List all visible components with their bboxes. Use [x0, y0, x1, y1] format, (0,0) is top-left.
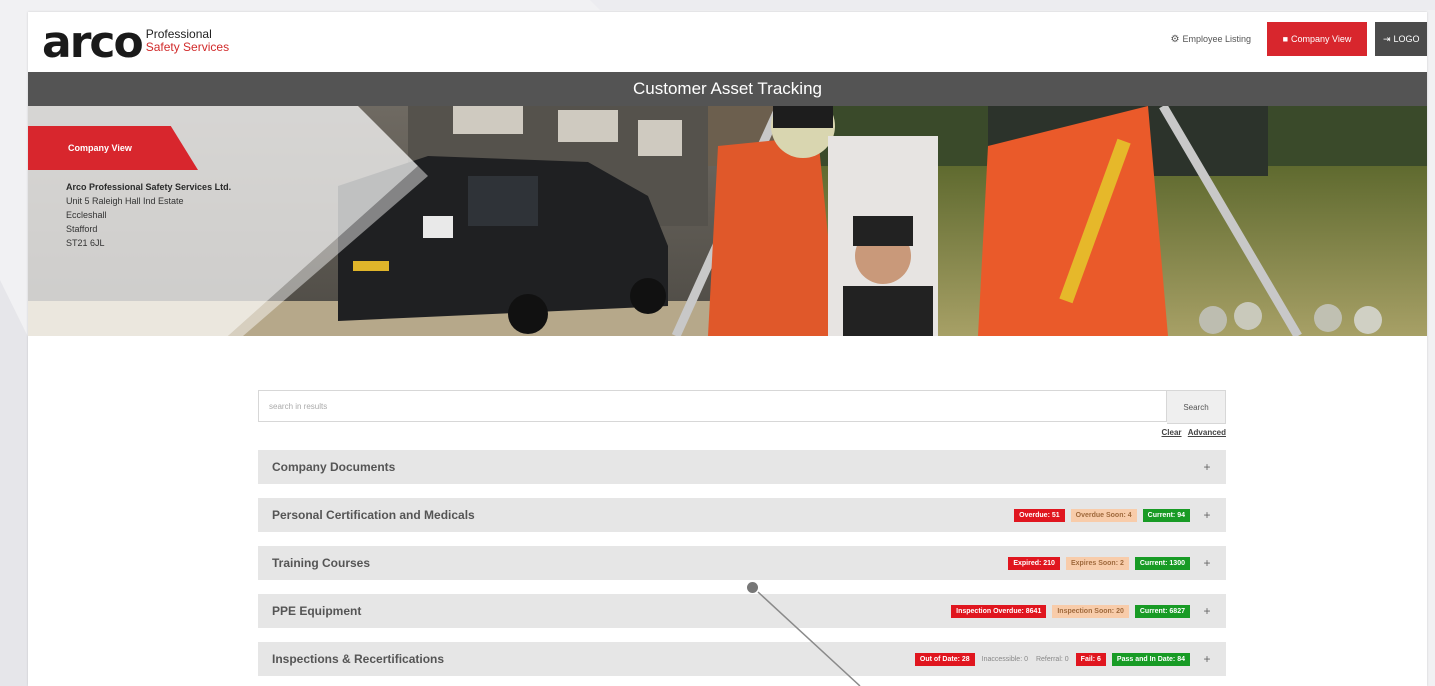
ribbon-label: Company View [68, 143, 132, 153]
section-company-documents[interactable]: Company Documents + [258, 450, 1226, 484]
logo-subtitle: Professional Safety Services [146, 28, 229, 54]
status-badge-current: Current: 1300 [1134, 556, 1190, 570]
section-title: Personal Certification and Medicals [272, 508, 475, 522]
hero-photo [28, 106, 1427, 336]
logo-line2: Safety Services [145, 40, 230, 54]
section-ppe-equipment[interactable]: PPE Equipment Inspection Overdue: 8641 I… [258, 594, 1226, 628]
browser-frame: arco Professional Safety Services ⚙ Empl… [28, 12, 1427, 686]
section-personal-certification[interactable]: Personal Certification and Medicals Over… [258, 498, 1226, 532]
employee-listing-label: Employee Listing [1182, 34, 1251, 44]
status-badge-overdue-soon: Overdue Soon: 4 [1070, 508, 1137, 522]
hero-banner: Company View Arco Professional Safety Se… [28, 106, 1427, 336]
section-title: PPE Equipment [272, 604, 362, 618]
section-training-courses[interactable]: Training Courses Expired: 210 Expires So… [258, 546, 1226, 580]
address-line: ST21 6JL [66, 238, 105, 248]
advanced-link[interactable]: Advanced [1188, 428, 1226, 437]
company-address-block: Arco Professional Safety Services Ltd. U… [66, 180, 231, 250]
logo-word: arco [42, 17, 144, 68]
logout-button[interactable]: ⇥ LOGO [1375, 22, 1427, 56]
address-line: Eccleshall [66, 210, 107, 220]
status-badge-current: Current: 6827 [1134, 604, 1190, 618]
status-badge-referral: Referral: 0 [1035, 655, 1069, 663]
annotation-pointer-dot [747, 582, 758, 593]
status-badge-expired: Expired: 210 [1008, 556, 1060, 570]
section-title: Inspections & Recertifications [272, 652, 445, 666]
company-view-label: Company View [1291, 34, 1352, 44]
expand-icon[interactable]: + [1202, 460, 1212, 474]
section-title: Company Documents [272, 460, 396, 474]
status-badges: Expired: 210 Expires Soon: 2 Current: 13… [1008, 556, 1190, 570]
expand-icon[interactable]: + [1202, 508, 1212, 522]
status-badges: Overdue: 51 Overdue Soon: 4 Current: 94 [1014, 508, 1190, 522]
page-title-bar: Customer Asset Tracking [28, 72, 1427, 106]
status-badge-overdue: Overdue: 51 [1014, 508, 1065, 522]
status-badge-inaccessible: Inaccessible: 0 [981, 655, 1028, 663]
company-view-ribbon: Company View [28, 126, 198, 170]
clear-link[interactable]: Clear [1162, 428, 1182, 437]
company-view-button[interactable]: ■ Company View [1267, 22, 1367, 56]
section-inspections-recertifications[interactable]: Inspections & Recertifications Out of Da… [258, 642, 1226, 676]
logout-icon: ⇥ [1383, 33, 1391, 44]
status-badge-inspection-overdue: Inspection Overdue: 8641 [951, 604, 1047, 618]
expand-icon[interactable]: + [1202, 556, 1212, 570]
search-button-label: Search [1183, 402, 1209, 412]
status-badges: Out of Date: 28 Inaccessible: 0 Referral… [914, 652, 1190, 666]
status-badge-pass: Pass and In Date: 84 [1111, 652, 1190, 666]
users-icon: ⚙ [1170, 33, 1180, 45]
search-button[interactable]: Search [1167, 390, 1226, 424]
status-badge-inspection-soon: Inspection Soon: 20 [1052, 604, 1129, 618]
status-badges: Inspection Overdue: 8641 Inspection Soon… [951, 604, 1190, 618]
search-placeholder: search in results [269, 401, 328, 411]
search-input[interactable]: search in results [258, 390, 1167, 422]
status-badge-out-of-date: Out of Date: 28 [914, 652, 975, 666]
search-links: Clear Advanced [1138, 428, 1226, 437]
arco-logo[interactable]: arco Professional Safety Services [42, 17, 229, 68]
expand-icon[interactable]: + [1202, 604, 1212, 618]
expand-icon[interactable]: + [1202, 652, 1212, 666]
logout-label: LOGO [1393, 34, 1420, 44]
header-nav: ⚙ Employee Listing ■ Company View ⇥ LOGO [1170, 22, 1427, 56]
status-badge-fail: Fail: 6 [1075, 652, 1106, 666]
status-badge-expires-soon: Expires Soon: 2 [1065, 556, 1129, 570]
address-line: Stafford [66, 224, 98, 234]
status-badge-current: Current: 94 [1142, 508, 1190, 522]
page-title: Customer Asset Tracking [633, 79, 822, 98]
search-bar: search in results Search [258, 390, 1226, 424]
section-title: Training Courses [272, 556, 371, 570]
building-icon: ■ [1282, 34, 1289, 44]
address-line: Unit 5 Raleigh Hall Ind Estate [66, 196, 184, 206]
employee-listing-link[interactable]: ⚙ Employee Listing [1170, 34, 1251, 45]
company-name: Arco Professional Safety Services Ltd. [66, 182, 232, 192]
top-header: arco Professional Safety Services ⚙ Empl… [28, 12, 1427, 72]
